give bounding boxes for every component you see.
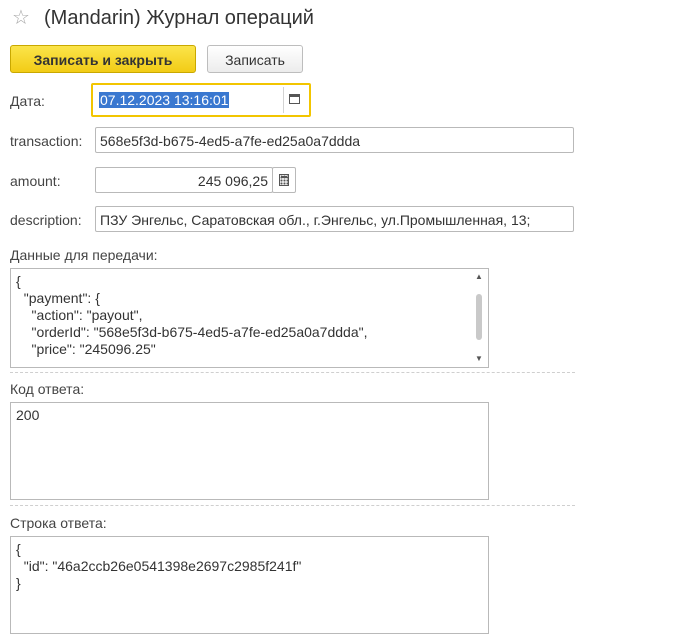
date-input[interactable]: 07.12.2023 13:16:01 bbox=[95, 87, 279, 113]
description-input[interactable]: ПЗУ Энгельс, Саратовская обл., г.Энгельс… bbox=[95, 206, 574, 232]
star-icon[interactable]: ☆ bbox=[12, 8, 32, 28]
response-code-label: Код ответа: bbox=[10, 381, 85, 397]
scroll-down-arrow-icon[interactable]: ▼ bbox=[472, 354, 486, 364]
description-label: description: bbox=[10, 212, 82, 228]
transaction-label: transaction: bbox=[10, 133, 83, 149]
calculator-button[interactable] bbox=[272, 167, 296, 193]
calculator-icon bbox=[279, 173, 289, 186]
transfer-data-scrollbar[interactable]: ▲ ▼ bbox=[472, 272, 486, 364]
separator bbox=[10, 505, 575, 506]
response-string-textarea[interactable]: { "id": "46a2ccb26e0541398e2697c2985f241… bbox=[10, 536, 489, 634]
date-label: Дата: bbox=[10, 93, 45, 109]
response-code-textarea[interactable]: 200 bbox=[10, 402, 489, 500]
scroll-thumb[interactable] bbox=[476, 294, 482, 340]
save-button[interactable]: Записать bbox=[207, 45, 303, 73]
transfer-data-label: Данные для передачи: bbox=[10, 247, 158, 263]
transfer-data-textarea[interactable]: { "payment": { "action": "payout", "orde… bbox=[10, 268, 489, 368]
calendar-button[interactable] bbox=[283, 87, 305, 113]
amount-input[interactable]: 245 096,25 bbox=[95, 167, 273, 193]
scroll-up-arrow-icon[interactable]: ▲ bbox=[472, 272, 486, 282]
page-title: (Mandarin) Журнал операций bbox=[44, 7, 314, 29]
amount-label: amount: bbox=[10, 173, 61, 189]
response-string-label: Строка ответа: bbox=[10, 515, 107, 531]
separator bbox=[10, 372, 575, 373]
calendar-icon bbox=[289, 93, 300, 104]
date-value: 07.12.2023 13:16:01 bbox=[99, 92, 230, 108]
save-and-close-button[interactable]: Записать и закрыть bbox=[10, 45, 196, 73]
transaction-input[interactable]: 568e5f3d-b675-4ed5-a7fe-ed25a0a7ddda bbox=[95, 127, 574, 153]
